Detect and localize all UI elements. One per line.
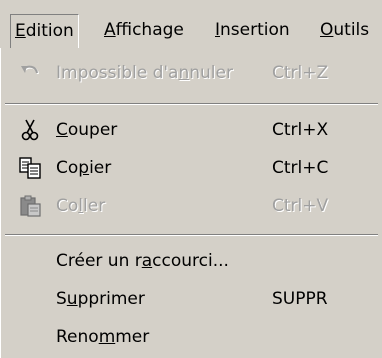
menu-item-copy[interactable]: Copier Ctrl+C [1,151,382,185]
menu-item-delete[interactable]: Supprimer SUPPR [1,282,382,316]
menu-item-paste[interactable]: Coller Ctrl+V [1,189,382,223]
copy-label-mnemonic: p [78,158,90,178]
copy-icon [18,156,42,180]
paste-label-prefix: Co [56,196,79,216]
copy-shortcut: Ctrl+C [272,158,329,178]
paste-shortcut: Ctrl+V [272,196,329,216]
menu-separator [5,234,378,236]
create-shortcut-label-mnemonic: a [141,251,153,271]
copy-label-suffix: ier [89,158,112,178]
menu-edition[interactable]: Edition [10,14,79,49]
cut-label: Couper [56,113,117,147]
undo-shortcut: Ctrl+Z [272,63,329,83]
paste-label-suffix: ler [83,196,106,216]
copy-label: Copier [56,151,111,185]
menu-item-create-shortcut[interactable]: Créer un raccourci... [1,244,382,278]
menu-outils-suffix: utils [333,20,370,40]
cut-label-suffix: ouper [67,120,118,140]
menu-edition-mnemonic: E [15,21,26,41]
undo-label-mnemonic: n [178,63,190,83]
cut-shortcut: Ctrl+X [272,120,329,140]
menu-insertion[interactable]: Insertion [211,14,294,46]
menu-affichage-suffix: ffichage [115,20,184,40]
paste-label: Coller [56,189,105,223]
menu-edition-suffix: dition [25,21,74,41]
undo-label-suffix: nuler [189,63,233,83]
undo-label-prefix: Impossible d'a [56,63,179,83]
dropdown-top-edge [1,48,382,50]
menu-affichage[interactable]: Affichage [100,14,188,46]
menu-item-rename[interactable]: Renommer [1,320,382,354]
undo-icon [18,61,42,85]
undo-label: Impossible d'annuler [56,56,233,90]
rename-label-mnemonic: m [98,327,116,347]
delete-label-mnemonic: u [66,289,78,309]
paste-icon [18,194,42,218]
menu-item-undo[interactable]: Impossible d'annuler Ctrl+Z [1,56,382,90]
create-shortcut-label-suffix: ccourci... [152,251,229,271]
rename-label: Renommer [56,320,149,354]
edition-dropdown-menu: Impossible d'annuler Ctrl+Z Couper Ctrl+… [0,48,382,358]
delete-label-prefix: S [56,289,67,309]
menu-insertion-suffix: nsertion [220,20,290,40]
menu-outils-mnemonic: O [320,20,334,40]
copy-label-prefix: Co [56,158,79,178]
scissors-icon [18,118,42,142]
menu-outils[interactable]: Outils [316,14,373,46]
create-shortcut-label-prefix: Créer un r [56,251,142,271]
create-shortcut-label: Créer un raccourci... [56,244,229,278]
delete-shortcut: SUPPR [272,289,328,309]
rename-label-suffix: mer [115,327,150,347]
cut-label-mnemonic: C [56,120,68,140]
rename-label-prefix: Reno [56,327,99,347]
delete-label: Supprimer [56,282,145,316]
menu-separator [5,103,378,105]
delete-label-suffix: pprimer [77,289,145,309]
menu-item-cut[interactable]: Couper Ctrl+X [1,113,382,147]
menu-affichage-mnemonic: A [104,20,116,40]
